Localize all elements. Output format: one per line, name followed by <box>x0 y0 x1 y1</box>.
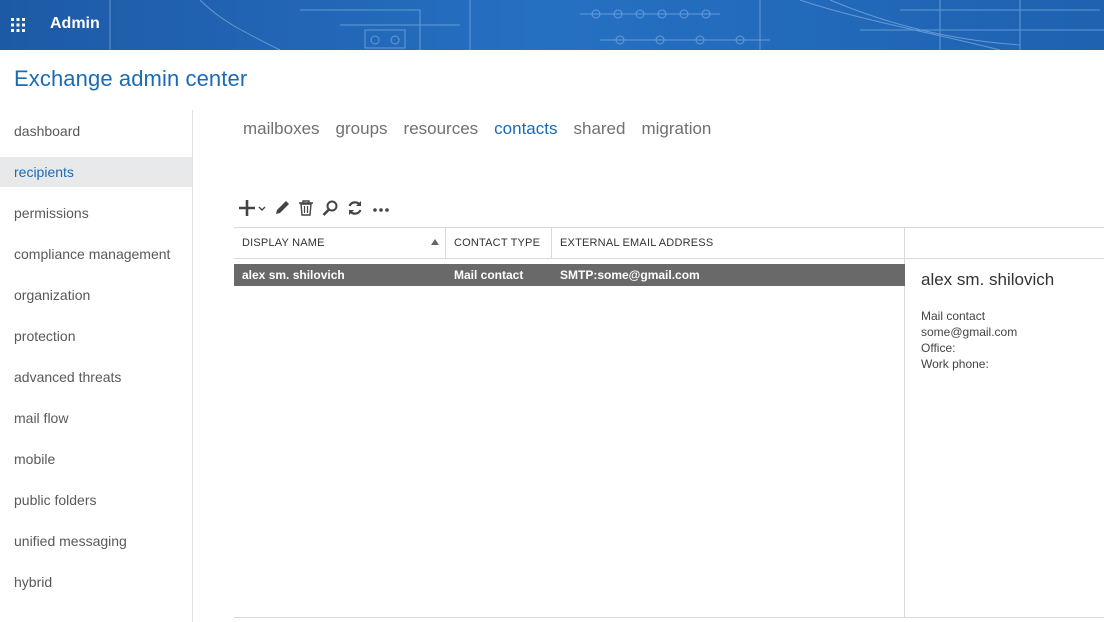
app-launcher-button[interactable] <box>0 0 36 50</box>
add-icon <box>239 200 266 216</box>
sort-ascending-icon <box>431 239 439 245</box>
tab-groups[interactable]: groups <box>336 119 388 143</box>
column-header-contact-type[interactable]: CONTACT TYPE <box>446 228 552 258</box>
top-bar: Admin <box>0 0 1104 50</box>
sidebar-item-hybrid[interactable]: hybrid <box>0 567 192 597</box>
grid-header: DISPLAY NAME CONTACT TYPE EXTERNAL EMAIL… <box>234 228 905 259</box>
search-icon <box>322 200 338 216</box>
column-header-display-name[interactable]: DISPLAY NAME <box>234 228 446 258</box>
details-work-phone: Work phone: <box>921 357 989 371</box>
sidebar-item-mobile[interactable]: mobile <box>0 444 192 474</box>
more-button[interactable] <box>370 197 392 219</box>
app-launcher-icon <box>11 18 25 32</box>
refresh-icon <box>348 201 362 215</box>
sidebar-item-organization[interactable]: organization <box>0 280 192 310</box>
tab-migration[interactable]: migration <box>641 119 711 143</box>
edit-icon <box>276 201 289 214</box>
details-contact-name: alex sm. shilovich <box>921 270 1055 289</box>
admin-title[interactable]: Admin <box>50 0 100 50</box>
details-email: some@gmail.com <box>921 325 1018 339</box>
search-button[interactable] <box>320 197 340 219</box>
details-office: Office: <box>921 341 956 355</box>
sidebar-item-mail-flow[interactable]: mail flow <box>0 403 192 433</box>
page-title: Exchange admin center <box>14 66 248 91</box>
edit-button[interactable] <box>272 197 292 219</box>
tab-contacts[interactable]: contacts <box>494 119 557 143</box>
add-button[interactable] <box>238 197 268 219</box>
delete-icon <box>299 200 313 216</box>
sidebar-item-public-folders[interactable]: public folders <box>0 485 192 515</box>
cell-contact-type: Mail contact <box>454 268 524 282</box>
recipient-tabs: mailboxes groups resources contacts shar… <box>243 119 727 143</box>
tab-shared[interactable]: shared <box>573 119 625 143</box>
sidebar-item-recipients[interactable]: recipients <box>0 157 192 187</box>
details-pane: alex sm. shilovich Mail contact some@gma… <box>921 270 1101 372</box>
details-header-line <box>905 258 1104 259</box>
column-header-label: DISPLAY NAME <box>242 237 325 249</box>
details-divider <box>904 228 905 617</box>
column-header-external-email[interactable]: EXTERNAL EMAIL ADDRESS <box>552 228 905 258</box>
more-icon <box>373 208 389 212</box>
tab-mailboxes[interactable]: mailboxes <box>243 119 320 143</box>
delete-button[interactable] <box>296 197 316 219</box>
toolbar <box>238 197 396 219</box>
sidebar: dashboard recipients permissions complia… <box>0 110 193 622</box>
sidebar-item-dashboard[interactable]: dashboard <box>0 116 192 146</box>
tab-resources[interactable]: resources <box>404 119 479 143</box>
sidebar-item-compliance-management[interactable]: compliance management <box>0 239 192 269</box>
refresh-button[interactable] <box>344 197 366 219</box>
sidebar-item-permissions[interactable]: permissions <box>0 198 192 228</box>
header-blueprint-art <box>0 0 1104 50</box>
cell-external-email: SMTP:some@gmail.com <box>560 268 700 282</box>
sidebar-item-protection[interactable]: protection <box>0 321 192 351</box>
sidebar-item-unified-messaging[interactable]: unified messaging <box>0 526 192 556</box>
cell-display-name: alex sm. shilovich <box>242 268 345 282</box>
table-row[interactable]: alex sm. shilovich Mail contact SMTP:som… <box>234 264 905 286</box>
details-contact-type: Mail contact <box>921 309 986 323</box>
sidebar-item-advanced-threats[interactable]: advanced threats <box>0 362 192 392</box>
